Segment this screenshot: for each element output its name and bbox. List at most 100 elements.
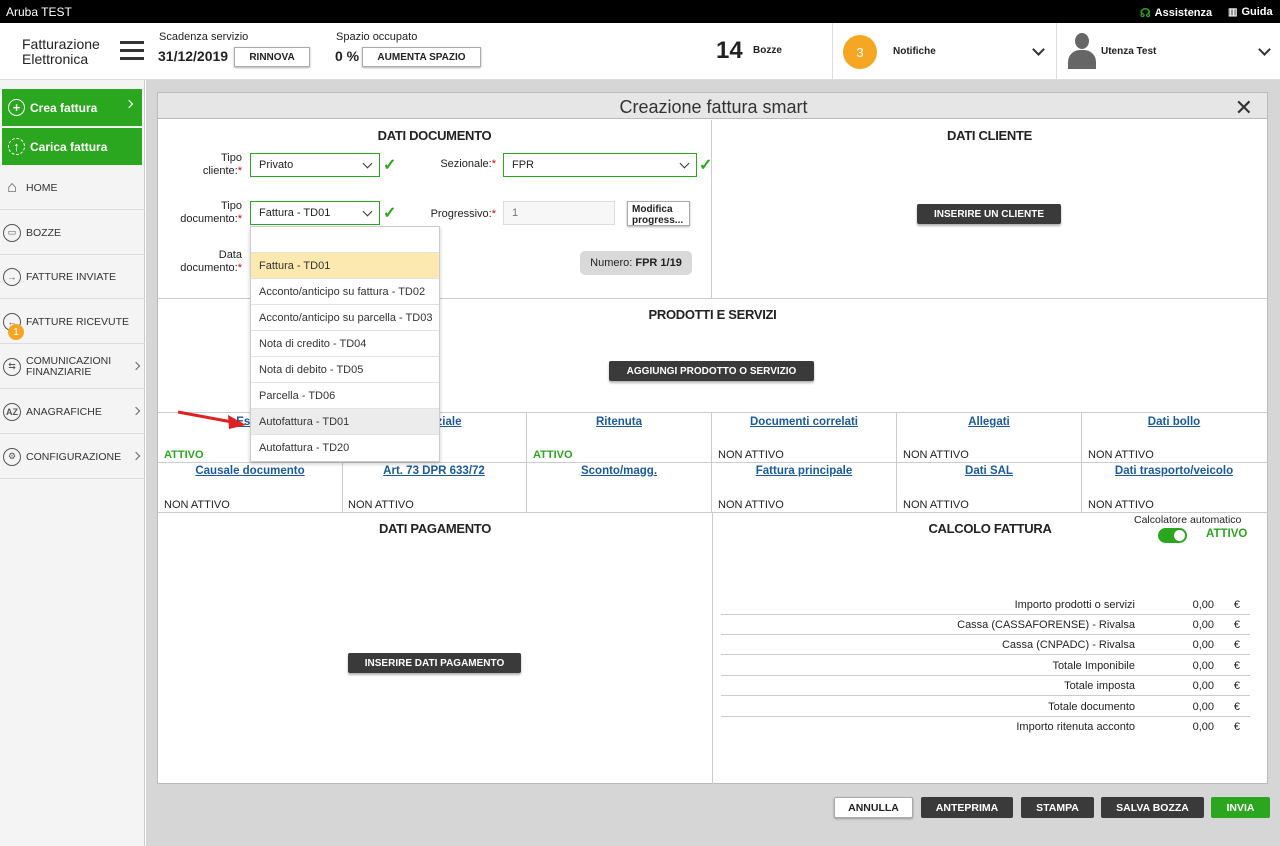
tipo-documento-select[interactable]: Fattura - TD01 — [250, 201, 380, 225]
user-chevron-down-icon[interactable] — [1258, 43, 1271, 56]
sidebar-item-label: FATTURE INVIATE — [26, 270, 117, 283]
home-icon: ⌂ — [7, 178, 17, 196]
exchange-icon: ⇆ — [3, 357, 21, 376]
option-fattura-principale-link[interactable]: Fattura principale — [712, 465, 896, 477]
tipo-cliente-l1: Tipo — [221, 152, 242, 164]
hamburger-menu-icon[interactable] — [120, 41, 144, 61]
notifiche-label[interactable]: Notifiche — [893, 46, 936, 57]
sidebar-item-fatture-ricevute[interactable]: ← FATTURE RICEVUTE 1 — [0, 300, 145, 344]
sezionale-select[interactable]: FPR — [503, 153, 697, 177]
option-dati-bollo-link[interactable]: Dati bollo — [1082, 416, 1266, 428]
app-logo[interactable]: Fatturazione Elettronica — [22, 37, 100, 67]
notifiche-chevron-down-icon[interactable] — [1032, 43, 1045, 56]
sidebar-item-home[interactable]: ⌂ HOME — [0, 166, 145, 210]
option-art73-link[interactable]: Art. 73 DPR 633/72 — [342, 465, 526, 477]
calc-currency: € — [1233, 639, 1240, 651]
calc-row: Totale documento 0,00 € — [721, 697, 1250, 717]
sidebar-item-bozze[interactable]: ▭ BOZZE — [0, 211, 145, 255]
sidebar: + Crea fattura ↑ Carica fattura ⌂ HOME ▭… — [0, 80, 145, 846]
calc-currency: € — [1233, 680, 1240, 692]
sidebar-item-configurazione[interactable]: ⚙ CONFIGURAZIONE — [0, 435, 145, 479]
anteprima-button[interactable]: ANTEPRIMA — [921, 797, 1013, 818]
aggiungi-prodotto-button[interactable]: AGGIUNGI PRODOTTO O SERVIZIO — [609, 361, 814, 381]
top-bar: Aruba TEST ☊ Assistenza ▥ Guida — [0, 0, 1280, 23]
option-dati-sal-link[interactable]: Dati SAL — [897, 465, 1081, 477]
modal-title: Creazione fattura smart — [619, 97, 808, 117]
chevron-right-icon — [131, 361, 141, 371]
aumenta-spazio-button[interactable]: AUMENTA SPAZIO — [362, 47, 481, 67]
dropdown-option[interactable]: Parcella - TD06 — [251, 383, 439, 409]
dropdown-option[interactable]: Autofattura - TD20 — [251, 435, 439, 461]
crea-fattura-button[interactable]: + Crea fattura — [2, 89, 142, 126]
dropdown-search[interactable] — [251, 227, 439, 253]
progressivo-label-text: Progressivo: — [430, 208, 492, 220]
tipo-doc-l2: documento: — [180, 213, 238, 225]
bozze-count[interactable]: 14 — [716, 37, 743, 65]
option-sconto-link[interactable]: Sconto/magg. — [527, 465, 711, 477]
sent-icon: → — [3, 267, 21, 286]
sezionale-value: FPR — [512, 159, 534, 171]
progressivo-label: Progressivo:* — [430, 208, 496, 220]
calc-label: Totale Imponibile — [1052, 660, 1135, 672]
documenti-correlati-status: NON ATTIVO — [718, 449, 784, 461]
dati-pagamento-title: DATI PAGAMENTO — [378, 521, 492, 536]
notifiche-badge[interactable]: 3 — [843, 35, 877, 69]
rinnova-button[interactable]: RINNOVA — [234, 47, 310, 67]
option-ritenuta-link[interactable]: Ritenuta — [527, 416, 711, 428]
dropdown-option[interactable]: Nota di credito - TD04 — [251, 331, 439, 357]
red-arrow-annotation-icon — [177, 410, 246, 429]
calc-label: Cassa (CNPADC) - Rivalsa — [1001, 639, 1135, 651]
dati-trasporto-status: NON ATTIVO — [1088, 499, 1154, 511]
modifica-progressivo-button[interactable]: Modifica progress... — [627, 201, 690, 226]
ritenuta-status: ATTIVO — [533, 449, 573, 461]
dropdown-option[interactable]: Fattura - TD01 — [251, 253, 439, 279]
dropdown-option[interactable]: Autofattura - TD01 — [251, 409, 439, 435]
chevron-down-icon — [679, 158, 690, 169]
progressivo-input[interactable] — [503, 201, 615, 225]
sidebar-item-fatture-inviate[interactable]: → FATTURE INVIATE — [0, 255, 145, 299]
tipo-documento-dropdown: Fattura - TD01 Acconto/anticipo su fattu… — [250, 226, 440, 462]
calcolatore-toggle[interactable] — [1158, 528, 1187, 543]
calcolo-fattura-title: CALCOLO FATTURA — [928, 521, 1052, 536]
annulla-button[interactable]: ANNULLA — [834, 797, 913, 818]
dropdown-option[interactable]: Nota di debito - TD05 — [251, 357, 439, 383]
invia-button[interactable]: INVIA — [1211, 797, 1270, 818]
user-name[interactable]: Utenza Test — [1101, 46, 1156, 57]
spazio-value: 0 % — [335, 48, 360, 64]
chevron-right-icon — [131, 451, 141, 461]
sidebar-item-anagrafiche[interactable]: AZ ANAGRAFICHE — [0, 390, 145, 434]
option-dati-trasporto-link[interactable]: Dati trasporto/veicolo — [1082, 465, 1266, 477]
bozze-label: Bozze — [753, 45, 782, 56]
guida-label: Guida — [1241, 6, 1273, 18]
stampa-button[interactable]: STAMPA — [1021, 797, 1094, 818]
book-icon: ▥ — [1228, 6, 1238, 18]
gear-icon: ⚙ — [3, 447, 21, 466]
calc-label: Importo ritenuta acconto — [1016, 721, 1135, 733]
inserire-cliente-button[interactable]: INSERIRE UN CLIENTE — [917, 204, 1061, 224]
guida-link[interactable]: ▥ Guida — [1228, 6, 1273, 18]
inserire-pagamento-button[interactable]: INSERIRE DATI PAGAMENTO — [348, 653, 521, 673]
calc-currency: € — [1233, 701, 1240, 713]
tipo-doc-l1: Tipo — [221, 200, 242, 212]
option-causale-link[interactable]: Causale documento — [158, 465, 342, 477]
dropdown-option[interactable]: Acconto/anticipo su parcella - TD03 — [251, 305, 439, 331]
data-documento-label: Data documento:* — [180, 249, 242, 274]
tipo-documento-label: Tipo documento:* — [180, 200, 242, 225]
calc-row: Totale imposta 0,00 € — [721, 676, 1250, 696]
option-allegati-link[interactable]: Allegati — [897, 416, 1081, 428]
causale-status: NON ATTIVO — [164, 499, 230, 511]
sidebar-item-label: CONFIGURAZIONE — [26, 450, 122, 463]
assistenza-link[interactable]: ☊ Assistenza — [1140, 6, 1212, 20]
dati-documento-title: DATI DOCUMENTO — [377, 128, 492, 143]
option-documenti-correlati-link[interactable]: Documenti correlati — [712, 416, 896, 428]
salva-bozza-button[interactable]: SALVA BOZZA — [1101, 797, 1204, 818]
tipo-cliente-select[interactable]: Privato — [250, 153, 380, 177]
dati-sal-status: NON ATTIVO — [903, 499, 969, 511]
close-icon[interactable]: ✕ — [1235, 95, 1253, 121]
calc-currency: € — [1233, 599, 1240, 611]
carica-fattura-button[interactable]: ↑ Carica fattura — [2, 128, 142, 165]
check-icon: ✓ — [383, 205, 397, 222]
dropdown-option[interactable]: Acconto/anticipo su fattura - TD02 — [251, 279, 439, 305]
calc-value: 0,00 — [1192, 660, 1214, 672]
sidebar-item-comunicazioni[interactable]: ⇆ COMUNICAZIONI FINANZIARIE — [0, 345, 145, 389]
